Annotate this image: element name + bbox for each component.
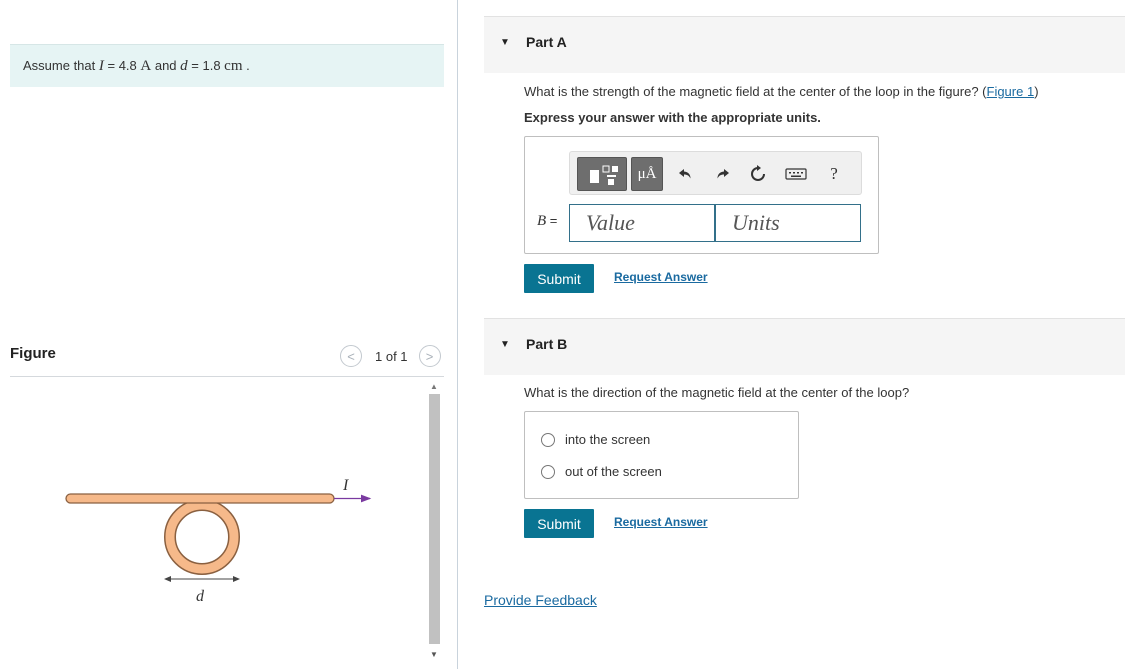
provide-feedback-link[interactable]: Provide Feedback: [484, 592, 597, 608]
answer-label: B =: [537, 213, 558, 229]
var-diameter: d: [180, 58, 188, 74]
figure-divider: [10, 376, 444, 377]
figure-heading: Figure: [10, 345, 56, 362]
help-icon[interactable]: ?: [824, 164, 844, 184]
radio-button[interactable]: [541, 464, 555, 479]
assumption-box: Assume that I = 4.8 A and d = 1.8 cm .: [10, 44, 444, 87]
scroll-up-icon[interactable]: ▲: [430, 382, 438, 391]
loop-figure: I d: [65, 477, 372, 605]
units-button[interactable]: μÅ: [631, 157, 663, 191]
caret-down-icon: ▼: [500, 339, 510, 350]
radio-button[interactable]: [541, 432, 555, 447]
keyboard-icon[interactable]: [784, 164, 808, 184]
part-a-instruction: Express your answer with the appropriate…: [524, 110, 821, 125]
part-b-request-answer-link[interactable]: Request Answer: [614, 515, 708, 529]
straight-wire: [65, 493, 335, 504]
part-a-header[interactable]: ▼ Part A: [484, 16, 1125, 73]
reset-icon[interactable]: [748, 164, 768, 184]
figure-scrollbar[interactable]: ▲ ▼: [428, 380, 441, 664]
unit-ampere: A: [140, 58, 152, 74]
figure-link[interactable]: Figure 1: [987, 84, 1035, 99]
left-panel: Assume that I = 4.8 A and d = 1.8 cm . F…: [0, 0, 458, 669]
scroll-thumb[interactable]: [429, 394, 440, 644]
mu-angstrom-icon: μÅ: [637, 165, 657, 182]
part-b-question: What is the direction of the magnetic fi…: [524, 385, 910, 400]
figure-pager: < 1 of 1 >: [340, 344, 441, 368]
chevron-left-icon: <: [347, 348, 355, 364]
chevron-right-icon: >: [425, 348, 434, 364]
part-a-question: What is the strength of the magnetic fie…: [524, 84, 1039, 99]
templates-icon: [590, 165, 618, 185]
prev-figure-button[interactable]: <: [340, 345, 362, 367]
assumption-text: Assume that I = 4.8 A and d = 1.8 cm .: [23, 58, 250, 74]
caret-down-icon: ▼: [500, 37, 510, 48]
answer-box: μÅ ? B = Value Units: [524, 136, 879, 254]
redo-icon[interactable]: [712, 164, 732, 184]
math-toolbar: μÅ ?: [569, 151, 862, 195]
part-a-title: Part A: [526, 34, 567, 50]
next-figure-button[interactable]: >: [418, 345, 441, 367]
choice-out-of-screen[interactable]: out of the screen: [541, 464, 662, 479]
figure-count: 1 of 1: [375, 348, 408, 364]
units-input[interactable]: Units: [715, 204, 861, 242]
part-b-header[interactable]: ▼ Part B: [484, 318, 1125, 375]
right-panel: ▼ Part A What is the strength of the mag…: [458, 0, 1125, 669]
scroll-down-icon[interactable]: ▼: [430, 650, 438, 659]
choices-box: into the screen out of the screen: [524, 411, 799, 499]
choice-into-screen[interactable]: into the screen: [541, 432, 650, 447]
part-a-submit-button[interactable]: Submit: [524, 264, 594, 293]
current-label: I: [342, 477, 349, 494]
part-a-request-answer-link[interactable]: Request Answer: [614, 270, 708, 284]
undo-icon[interactable]: [676, 164, 696, 184]
unit-cm: cm: [224, 58, 243, 74]
templates-button[interactable]: [577, 157, 627, 191]
diameter-label: d: [196, 588, 205, 605]
value-input[interactable]: Value: [569, 204, 715, 242]
part-b-title: Part B: [526, 336, 568, 352]
part-b-submit-button[interactable]: Submit: [524, 509, 594, 538]
